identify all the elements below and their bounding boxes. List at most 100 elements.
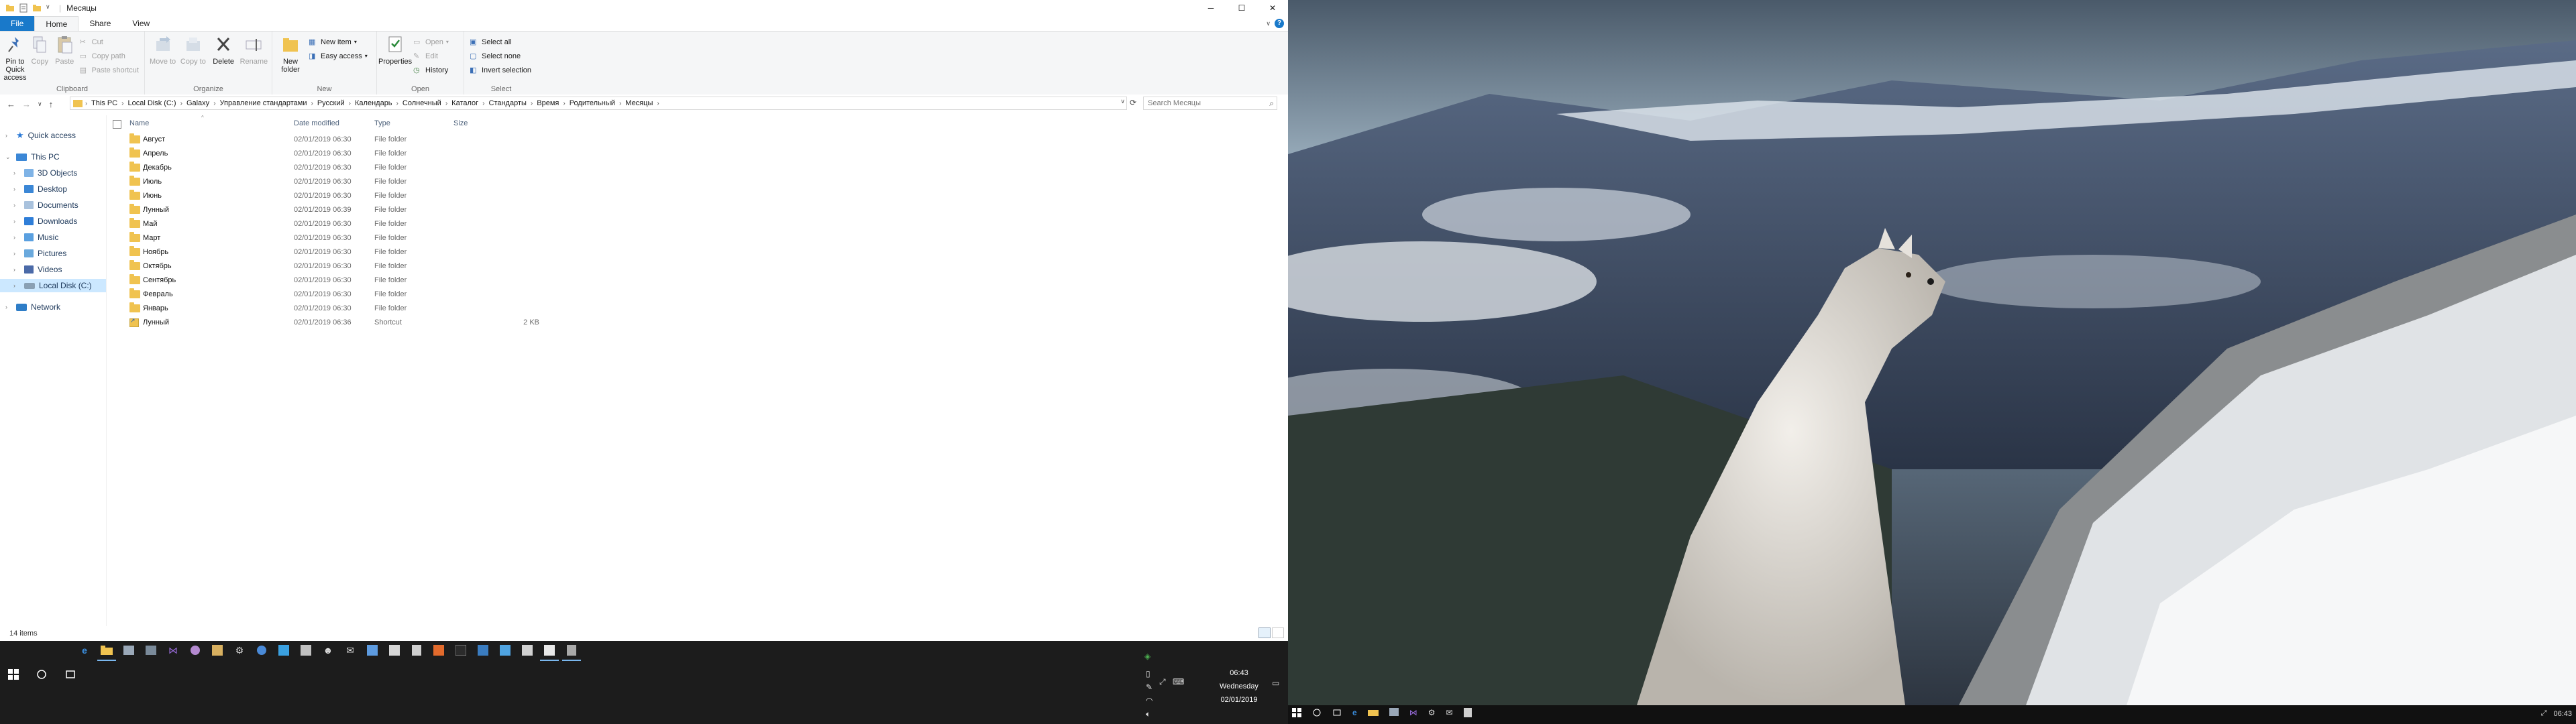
search-input[interactable]: Search Месяцы ⌕ <box>1143 97 1277 110</box>
app-icon[interactable] <box>189 644 202 657</box>
address-bar[interactable]: › This PC › Local Disk (C:) › Galaxy › Управле… <box>70 97 1127 110</box>
clock[interactable]: 06:43 Wednesday 02/01/2019 <box>1209 666 1269 707</box>
chevron-right-icon[interactable]: › <box>445 100 447 107</box>
details-view-icon[interactable] <box>1258 627 1271 638</box>
minimize-button[interactable]: ─ <box>1195 0 1226 16</box>
breadcrumb-item[interactable]: Русский <box>317 99 345 107</box>
tab-file[interactable]: File <box>0 16 35 31</box>
app-icon[interactable] <box>255 644 268 657</box>
nav-downloads[interactable]: › Downloads <box>13 215 77 228</box>
refresh-icon[interactable]: ⟳ <box>1130 98 1136 107</box>
windows-start-icon[interactable] <box>1292 708 1301 719</box>
breadcrumb-item[interactable]: This PC <box>91 99 117 107</box>
nav-videos[interactable]: › Videos <box>13 263 62 276</box>
app-icon[interactable] <box>498 644 512 657</box>
table-row[interactable]: Июнь 02/01/2019 06:30 File folder <box>107 189 644 203</box>
calculator-icon[interactable] <box>410 644 423 657</box>
chevron-right-icon[interactable]: › <box>311 100 313 107</box>
breadcrumb-item[interactable]: Месяцы <box>625 99 653 107</box>
table-row[interactable]: Октябрь 02/01/2019 06:30 File folder <box>107 259 644 274</box>
nav-3d-objects[interactable]: › 3D Objects <box>13 166 77 180</box>
nav-quick-access[interactable]: › ★ Quick access <box>5 129 76 142</box>
chevron-right-icon[interactable]: › <box>482 100 484 107</box>
windows-start-icon[interactable] <box>8 669 19 683</box>
table-row[interactable]: Лунный 02/01/2019 06:39 File folder <box>107 203 644 217</box>
nav-desktop[interactable]: › Desktop <box>13 182 67 196</box>
app-icon[interactable] <box>144 644 158 657</box>
column-name[interactable]: Name <box>129 119 149 127</box>
settings-icon[interactable]: ⚙ <box>1428 708 1436 719</box>
store-icon[interactable] <box>277 644 290 657</box>
task-view-icon[interactable] <box>64 669 76 683</box>
keyboard-icon[interactable]: ⌨ <box>1173 677 1184 686</box>
people-icon[interactable]: ☻ <box>321 644 335 657</box>
chevron-right-icon[interactable]: › <box>121 100 123 107</box>
edge-icon[interactable]: e <box>78 644 91 657</box>
chevron-right-icon[interactable]: › <box>531 100 533 107</box>
chevron-right-icon[interactable]: › <box>180 100 182 107</box>
chevron-right-icon[interactable]: › <box>619 100 621 107</box>
chevron-right-icon[interactable]: › <box>213 100 215 107</box>
table-row[interactable]: Январь 02/01/2019 06:30 File folder <box>107 302 644 316</box>
breadcrumb-item[interactable]: Родительный <box>570 99 615 107</box>
table-row[interactable]: Июль 02/01/2019 06:30 File folder <box>107 175 644 189</box>
table-row[interactable]: Февраль 02/01/2019 06:30 File folder <box>107 288 644 302</box>
table-row[interactable]: Лунный 02/01/2019 06:36 Shortcut 2 KB <box>107 316 644 330</box>
easy-access-button[interactable]: ◨ Easy access ▾ <box>309 50 368 62</box>
app-icon[interactable] <box>1389 708 1399 719</box>
breadcrumb-item[interactable]: Время <box>537 99 559 107</box>
app-icon[interactable] <box>476 644 490 657</box>
app-icon[interactable] <box>562 644 581 661</box>
recent-locations-icon[interactable]: ∨ <box>38 101 42 108</box>
visual-studio-icon[interactable]: ⋈ <box>166 644 180 657</box>
up-icon[interactable]: ↑ <box>49 99 54 109</box>
app-icon[interactable] <box>299 644 313 657</box>
breadcrumb-item[interactable]: Local Disk (C:) <box>127 99 176 107</box>
edge-icon[interactable]: e <box>1352 708 1357 719</box>
chevron-right-icon[interactable]: › <box>657 100 659 107</box>
app-icon[interactable] <box>521 644 534 657</box>
expand-ribbon-icon[interactable]: ∨ <box>1266 20 1271 27</box>
open-button[interactable]: ▭ Open ▾ <box>413 36 449 48</box>
network-tray-icon[interactable]: ⤢ <box>2541 709 2547 718</box>
select-all-button[interactable]: ▣ Select all <box>470 36 531 48</box>
new-folder-icon[interactable] <box>32 3 42 13</box>
app-icon[interactable] <box>388 644 401 657</box>
history-button[interactable]: ◷ History <box>413 64 449 76</box>
chevron-right-icon[interactable]: › <box>396 100 398 107</box>
tab-share[interactable]: Share <box>78 16 121 31</box>
app-icon[interactable] <box>540 644 559 661</box>
calculator-icon[interactable] <box>1463 708 1472 719</box>
table-row[interactable]: Март 02/01/2019 06:30 File folder <box>107 231 644 245</box>
breadcrumb-item[interactable]: Календарь <box>355 99 392 107</box>
table-row[interactable]: Апрель 02/01/2019 06:30 File folder <box>107 147 644 161</box>
notifications-icon[interactable]: ▭ <box>1272 678 1279 688</box>
wifi-icon[interactable]: ◠ <box>1146 696 1152 705</box>
table-row[interactable]: Декабрь 02/01/2019 06:30 File folder <box>107 161 644 175</box>
forward-icon[interactable]: → <box>22 99 31 109</box>
table-row[interactable]: Сентябрь 02/01/2019 06:30 File folder <box>107 274 644 288</box>
paste-shortcut-button[interactable]: ▤ Paste shortcut <box>80 64 139 76</box>
tab-view[interactable]: View <box>121 16 160 31</box>
pen-icon[interactable]: ✎ <box>1146 682 1152 692</box>
app-icon[interactable] <box>366 644 379 657</box>
properties-icon[interactable] <box>19 3 28 13</box>
column-size[interactable]: Size <box>453 119 468 127</box>
network-tray-icon[interactable]: ⤢ <box>1159 677 1166 687</box>
address-dropdown-icon[interactable]: ∨ <box>1120 98 1125 105</box>
app-icon[interactable] <box>454 644 468 657</box>
breadcrumb-item[interactable]: Каталог <box>451 99 478 107</box>
settings-icon[interactable]: ⚙ <box>233 644 246 657</box>
mail-icon[interactable]: ✉ <box>343 644 357 657</box>
app-icon[interactable] <box>432 644 445 657</box>
tab-home[interactable]: Home <box>34 16 79 31</box>
photos-icon[interactable] <box>122 644 136 657</box>
task-view-icon[interactable] <box>1332 708 1342 719</box>
nav-local-disk[interactable]: › Local Disk (C:) <box>0 279 106 292</box>
volume-icon[interactable]: 🔈︎ <box>1146 709 1150 719</box>
large-icons-view-icon[interactable] <box>1272 627 1284 638</box>
file-explorer-icon[interactable] <box>97 644 116 661</box>
secondary-clock[interactable]: 06:43 <box>2553 710 2572 718</box>
table-row[interactable]: Май 02/01/2019 06:30 File folder <box>107 217 644 231</box>
pane-splitter[interactable] <box>106 115 107 626</box>
